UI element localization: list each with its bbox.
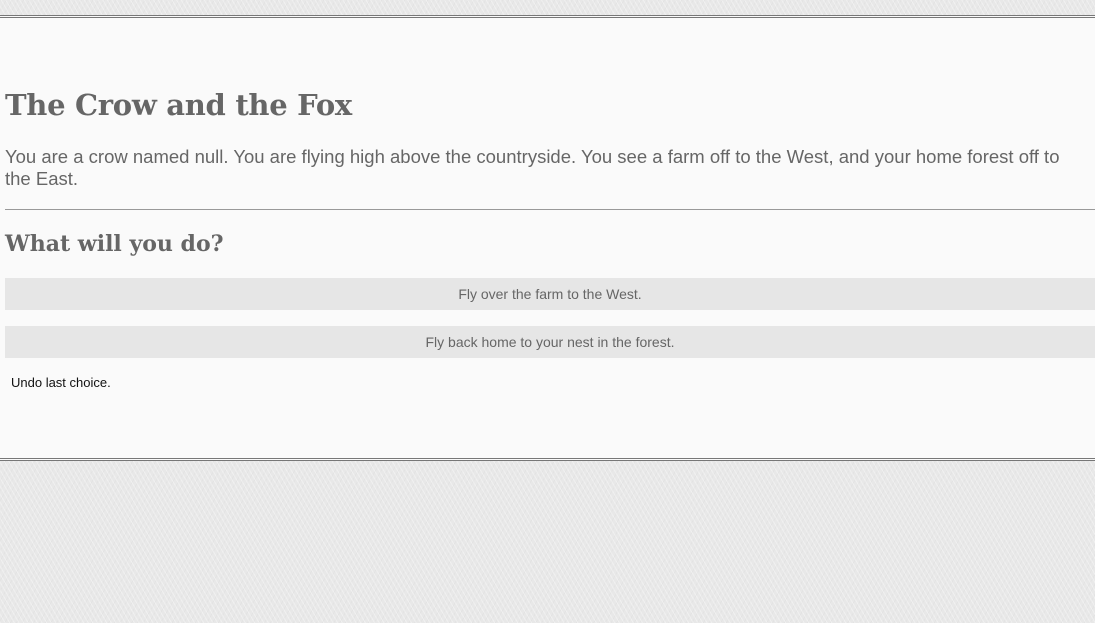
choice-button-home-forest[interactable]: Fly back home to your nest in the forest… <box>5 326 1095 358</box>
undo-link[interactable]: Undo last choice. <box>11 375 111 390</box>
section-divider <box>5 209 1095 210</box>
story-title: The Crow and the Fox <box>5 88 352 122</box>
choice-button-west-farm[interactable]: Fly over the farm to the West. <box>5 278 1095 310</box>
story-passage: You are a crow named null. You are flyin… <box>5 146 1060 189</box>
story-panel: The Crow and the Fox You are a crow name… <box>0 15 1095 461</box>
choice-prompt-heading: What will you do? <box>5 231 224 257</box>
